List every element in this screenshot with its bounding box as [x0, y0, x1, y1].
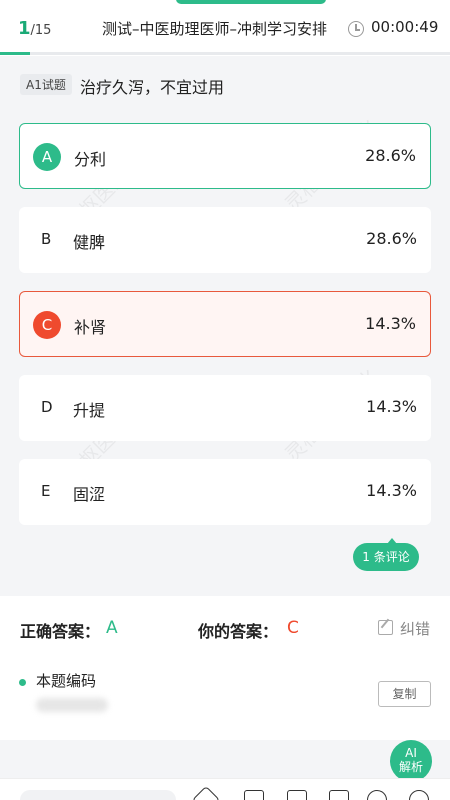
option-letter-badge: A	[33, 143, 61, 171]
note-icon[interactable]	[287, 790, 307, 800]
question-code-label: 本题编码	[36, 672, 97, 690]
option-text: 升提	[73, 401, 106, 420]
exam-title: 测试–中医助理医师–冲刺学习安排	[102, 20, 328, 38]
option-e[interactable]: E 固涩 14.3%	[19, 459, 431, 525]
progress-current: 1	[18, 18, 31, 39]
option-percent: 28.6%	[366, 229, 417, 248]
answer-panel: 正确答案： A 你的答案： C 纠错 本题编码 复制	[0, 596, 450, 740]
option-text: 固涩	[73, 485, 106, 504]
progress-bar	[0, 52, 450, 55]
header-bar: 1/15 测试–中医助理医师–冲刺学习安排 00:00:49	[0, 0, 450, 56]
share-icon[interactable]	[329, 790, 349, 800]
option-c[interactable]: C 补肾 14.3%	[19, 291, 431, 357]
ai-label: AI	[405, 746, 417, 760]
your-answer-value: C	[287, 618, 299, 638]
your-answer-label: 你的答案：	[198, 622, 279, 641]
report-error-button[interactable]: 纠错	[400, 618, 430, 639]
clock-icon	[348, 21, 364, 37]
timer: 00:00:49	[371, 18, 439, 36]
question-code-value	[36, 698, 108, 712]
option-text: 健脾	[73, 233, 106, 252]
option-percent: 28.6%	[365, 146, 416, 165]
edit-icon[interactable]	[378, 620, 393, 635]
answer-card-icon[interactable]	[244, 790, 264, 800]
ai-sub-label: 解析	[398, 760, 423, 774]
option-text: 分利	[74, 150, 107, 169]
correct-answer-label: 正确答案：	[20, 622, 101, 641]
option-letter: E	[41, 482, 51, 500]
option-letter: B	[41, 230, 52, 248]
option-percent: 14.3%	[366, 481, 417, 500]
comments-button[interactable]: 1 条评论	[353, 538, 419, 571]
option-b[interactable]: B 健脾 28.6%	[19, 207, 431, 273]
option-a[interactable]: A 分利 28.6%	[19, 123, 431, 189]
question-text: 治疗久泻，不宜过用	[80, 78, 225, 97]
progress-total: /15	[30, 23, 52, 38]
option-d[interactable]: D 升提 14.3%	[19, 375, 431, 441]
copy-button[interactable]: 复制	[378, 681, 431, 707]
correct-answer-value: A	[106, 618, 118, 638]
comment-input[interactable]	[20, 790, 176, 800]
option-percent: 14.3%	[366, 397, 417, 416]
progress-bar-fill	[0, 52, 30, 55]
option-letter: D	[41, 398, 53, 416]
ai-analysis-button[interactable]: AI 解析	[390, 740, 432, 782]
top-indicator	[176, 0, 326, 4]
progress-counter: 1/15	[18, 18, 51, 39]
question-type-badge: A1试题	[20, 74, 72, 95]
option-percent: 14.3%	[365, 314, 416, 333]
bullet-dot	[19, 679, 26, 686]
option-text: 补肾	[74, 318, 107, 337]
option-letter-badge: C	[33, 311, 61, 339]
